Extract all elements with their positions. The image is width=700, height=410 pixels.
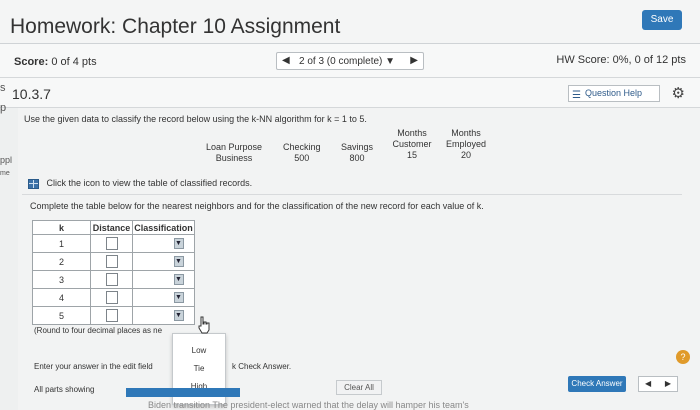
record-header: Months Customer bbox=[392, 128, 432, 149]
distance-input[interactable] bbox=[105, 255, 118, 268]
table-row: 4 ▼ bbox=[32, 288, 195, 307]
assignment-title: Homework: Chapter 10 Assignment bbox=[10, 15, 341, 38]
classification-cell: ▼ bbox=[132, 270, 195, 289]
neighbors-table: k Distance Classification 1 ▼ 2 ▼ 3 ▼ 4 bbox=[32, 220, 195, 325]
record-value: 15 bbox=[406, 150, 417, 160]
clear-all-button[interactable]: Clear All bbox=[336, 380, 382, 395]
edge-fragment-p: p bbox=[0, 102, 7, 114]
table-instructions: Complete the table below for the nearest… bbox=[30, 201, 484, 211]
distance-input[interactable] bbox=[105, 237, 118, 250]
record-header: Months Employed bbox=[445, 128, 487, 149]
save-button[interactable]: Save bbox=[642, 10, 682, 30]
column-header: Classification bbox=[132, 220, 195, 235]
question-nav-label[interactable]: 2 of 3 (0 complete) ▼ bbox=[299, 56, 395, 67]
table-row: 2 ▼ bbox=[32, 252, 195, 271]
classification-dropdown[interactable]: ▼ bbox=[173, 238, 184, 250]
next-question-icon[interactable]: ▶ bbox=[410, 55, 418, 66]
k-value: 4 bbox=[32, 288, 91, 307]
distance-input[interactable] bbox=[105, 291, 118, 304]
question-number: 10.3.7 bbox=[12, 86, 51, 102]
list-icon: ☰ bbox=[572, 90, 581, 101]
table-row: 5 ▼ bbox=[32, 306, 195, 325]
option-tie[interactable]: Tie bbox=[173, 360, 225, 378]
k-value: 2 bbox=[32, 252, 91, 271]
prev-part-icon[interactable]: ◀ bbox=[645, 379, 651, 388]
score-label: Score: bbox=[14, 56, 49, 68]
record-field-savings: Savings 800 bbox=[341, 142, 373, 164]
k-value: 5 bbox=[32, 306, 91, 325]
divider bbox=[22, 194, 682, 195]
classification-dropdown[interactable]: ▼ bbox=[173, 256, 184, 268]
record-header: Savings bbox=[341, 142, 374, 152]
view-table-link[interactable]: Click the icon to view the table of clas… bbox=[28, 178, 252, 189]
part-navigator[interactable]: ◀ ▶ bbox=[638, 376, 678, 392]
enter-answer-hint-tail: k Check Answer. bbox=[232, 362, 292, 371]
distance-cell bbox=[90, 306, 133, 325]
k-value: 1 bbox=[32, 234, 91, 253]
record-value: 800 bbox=[349, 153, 365, 163]
classification-dropdown[interactable]: ▼ bbox=[173, 274, 184, 286]
score-bar: Score: 0 of 4 pts ◀ 2 of 3 (0 complete) … bbox=[0, 44, 700, 78]
hw-score: HW Score: 0%, 0 of 12 pts bbox=[556, 54, 686, 66]
classification-cell: ▼ bbox=[132, 306, 195, 325]
view-table-label: Click the icon to view the table of clas… bbox=[46, 178, 253, 188]
rounding-note: (Round to four decimal places as ne bbox=[34, 326, 163, 335]
classification-cell: ▼ bbox=[132, 252, 195, 271]
news-ticker: Biden transition The president-elect war… bbox=[148, 400, 469, 410]
distance-input[interactable] bbox=[105, 309, 118, 322]
edge-fragment-s: s bbox=[0, 82, 6, 94]
record-value: 500 bbox=[294, 153, 310, 163]
score-value: 0 of 4 pts bbox=[51, 56, 97, 68]
k-value: 3 bbox=[32, 270, 91, 289]
table-row: 1 ▼ bbox=[32, 234, 195, 253]
question-navigator[interactable]: ◀ 2 of 3 (0 complete) ▼ ▶ bbox=[276, 52, 424, 70]
record-field-loan-purpose: Loan Purpose Business bbox=[206, 142, 262, 164]
edge-fragment-ppl: ppl bbox=[0, 155, 13, 165]
record-field-months-employed: Months Employed 20 bbox=[443, 128, 489, 161]
help-icon[interactable]: ? bbox=[676, 350, 690, 364]
record-field-months-customer: Months Customer 15 bbox=[389, 128, 435, 161]
option-low[interactable]: Low bbox=[173, 342, 225, 360]
column-header: Distance bbox=[90, 220, 133, 235]
edge-fragment-me: me bbox=[0, 170, 10, 177]
classification-dropdown[interactable]: ▼ bbox=[173, 292, 184, 304]
classification-cell: ▼ bbox=[132, 288, 195, 307]
prev-question-icon[interactable]: ◀ bbox=[282, 55, 290, 66]
table-header-row: k Distance Classification bbox=[32, 220, 195, 235]
check-answer-button[interactable]: Check Answer bbox=[568, 376, 626, 392]
next-part-icon[interactable]: ▶ bbox=[665, 379, 671, 388]
question-header: 10.3.7 ☰ Question Help ⚙ bbox=[0, 78, 700, 108]
distance-cell bbox=[90, 234, 133, 253]
record-value: 20 bbox=[460, 150, 471, 160]
distance-cell bbox=[90, 288, 133, 307]
distance-cell bbox=[90, 252, 133, 271]
question-instructions: Use the given data to classify the recor… bbox=[24, 114, 367, 124]
question-help-button[interactable]: ☰ Question Help bbox=[568, 85, 660, 102]
question-help-label: Question Help bbox=[585, 88, 643, 98]
score-display: Score: 0 of 4 pts bbox=[14, 56, 97, 68]
distance-input[interactable] bbox=[105, 273, 118, 286]
classification-cell: ▼ bbox=[132, 234, 195, 253]
record-header: Checking bbox=[283, 142, 321, 152]
table-row: 3 ▼ bbox=[32, 270, 195, 289]
record-value: Business bbox=[215, 153, 253, 163]
record-field-checking: Checking 500 bbox=[283, 142, 321, 164]
record-header: Loan Purpose bbox=[206, 142, 263, 152]
hand-cursor-icon bbox=[198, 316, 210, 334]
page: Homework: Chapter 10 Assignment Save Sco… bbox=[0, 0, 700, 410]
gear-icon[interactable]: ⚙ bbox=[672, 84, 685, 102]
enter-answer-hint: Enter your answer in the edit field bbox=[34, 362, 153, 371]
progress-bar bbox=[126, 388, 240, 397]
question-content: Use the given data to classify the recor… bbox=[18, 108, 700, 410]
all-parts-showing: All parts showing bbox=[34, 385, 95, 394]
distance-cell bbox=[90, 270, 133, 289]
assignment-header: Homework: Chapter 10 Assignment Save bbox=[0, 0, 700, 44]
column-header: k bbox=[32, 220, 91, 235]
table-icon[interactable] bbox=[28, 178, 39, 189]
classification-dropdown[interactable]: ▼ bbox=[173, 310, 184, 322]
